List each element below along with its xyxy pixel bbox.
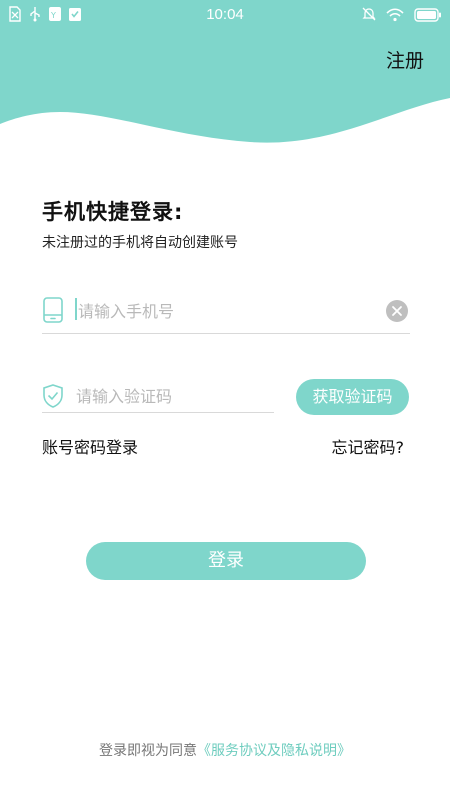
text-cursor: [75, 298, 77, 320]
phone-input[interactable]: [78, 294, 378, 328]
agreement-text: 登录即视为同意《服务协议及隐私说明》: [0, 740, 450, 760]
register-link[interactable]: 注册: [386, 46, 424, 73]
mobile-phone-icon: [42, 296, 64, 324]
status-right-icons: [362, 6, 442, 26]
page-title: 手机快捷登录:: [42, 200, 184, 224]
battery-icon: [414, 7, 442, 26]
verification-code-field: [42, 381, 274, 413]
shield-check-icon: [42, 383, 64, 409]
mute-icon: [362, 6, 376, 26]
agreement-link[interactable]: 《服务协议及隐私说明》: [197, 743, 351, 759]
page-subtitle: 未注册过的手机将自动创建账号: [42, 235, 238, 251]
verification-code-input[interactable]: [76, 381, 271, 411]
agreement-prefix: 登录即视为同意: [99, 743, 197, 759]
clear-input-icon[interactable]: [386, 300, 408, 322]
forgot-password-link[interactable]: 忘记密码?: [332, 434, 405, 458]
login-button[interactable]: 登录: [86, 542, 366, 580]
wifi-icon: [386, 7, 404, 26]
password-login-link[interactable]: 账号密码登录: [42, 434, 138, 458]
phone-field: [42, 294, 410, 334]
status-bar: Y 10:04: [0, 0, 450, 32]
get-code-button[interactable]: 获取验证码: [296, 379, 409, 415]
